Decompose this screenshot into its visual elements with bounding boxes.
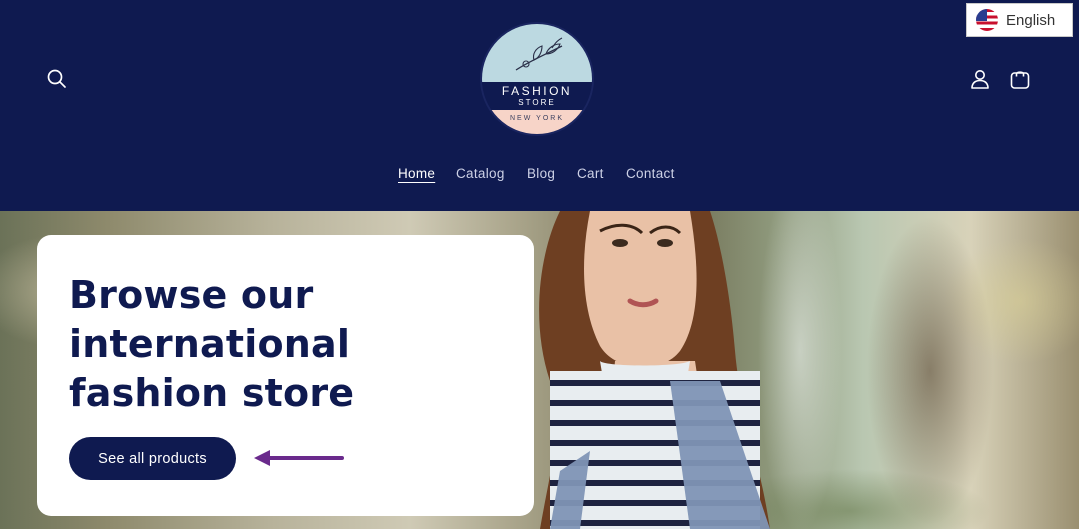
user-icon[interactable]: [965, 64, 995, 94]
nav-item-blog[interactable]: Blog: [527, 166, 555, 181]
branch-icon: [515, 37, 563, 71]
logo-text-location: NEW YORK: [510, 115, 564, 122]
us-flag-icon: [976, 9, 998, 31]
hero-title: Browse our international fashion store: [69, 273, 355, 415]
see-all-products-button[interactable]: See all products: [69, 437, 236, 480]
site-header: FASHION STORE NEW YORK English Home Cata…: [0, 0, 1079, 211]
nav-item-contact[interactable]: Contact: [626, 166, 675, 181]
logo-text-store: STORE: [518, 98, 556, 107]
language-selector[interactable]: English: [966, 3, 1073, 37]
store-logo[interactable]: FASHION STORE NEW YORK: [480, 22, 594, 136]
annotation-arrow-icon: [254, 450, 344, 466]
language-label: English: [1006, 11, 1056, 29]
search-icon[interactable]: [42, 64, 72, 94]
nav-item-home[interactable]: Home: [398, 166, 435, 181]
logo-text-fashion: FASHION: [501, 84, 573, 98]
shopping-bag-icon[interactable]: [1005, 64, 1035, 94]
nav-item-cart[interactable]: Cart: [577, 166, 604, 181]
main-navigation: Home Catalog Blog Cart Contact: [0, 166, 1079, 186]
nav-item-catalog[interactable]: Catalog: [456, 166, 505, 181]
hero-model-image: [539, 211, 770, 529]
